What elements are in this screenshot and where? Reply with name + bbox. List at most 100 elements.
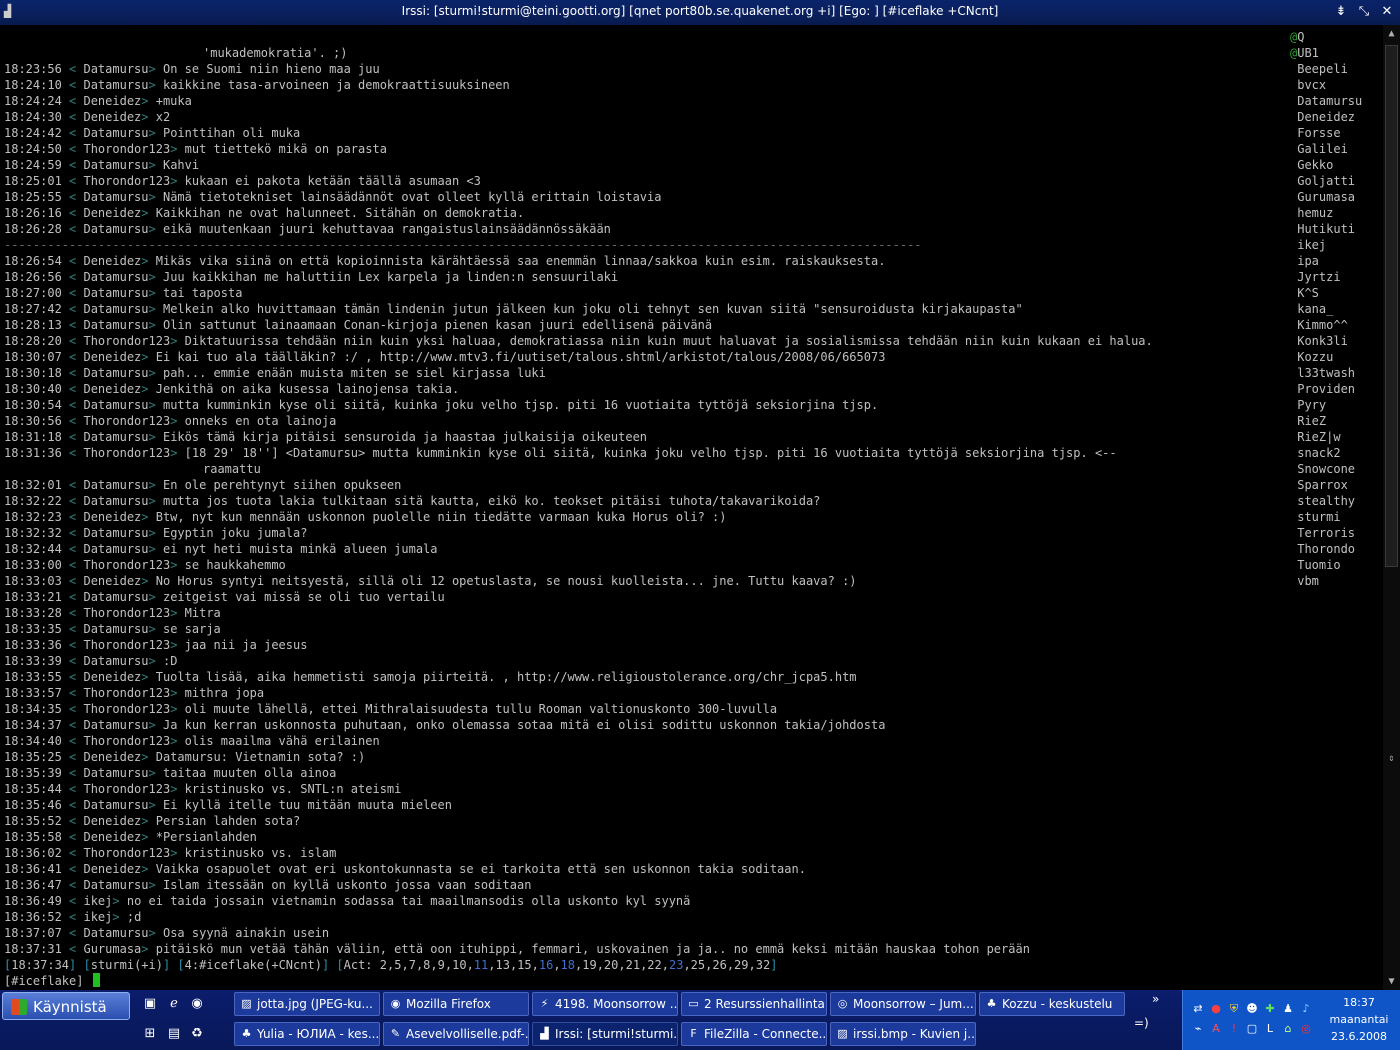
tray-l-icon[interactable]: L: [1263, 1022, 1277, 1036]
input-line[interactable]: [#iceflake]: [4, 973, 100, 989]
nick-bracket-open: <: [61, 702, 84, 716]
nick-list-item[interactable]: Jyrtzi: [1290, 269, 1382, 285]
nick-list-item[interactable]: RieZ: [1290, 413, 1382, 429]
nick-list-item[interactable]: Thorondo: [1290, 541, 1382, 557]
firefox-icon: ◉: [390, 997, 401, 1010]
nick-list-item[interactable]: hemuz: [1290, 205, 1382, 221]
tray-shield-icon[interactable]: ⛨: [1227, 1002, 1241, 1016]
nick-list-item[interactable]: Beepeli: [1290, 61, 1382, 77]
nick-list-item[interactable]: stealthy: [1290, 493, 1382, 509]
tray-lock-icon[interactable]: ⌂: [1281, 1022, 1295, 1036]
nick-list-item[interactable]: Kimmo^^: [1290, 317, 1382, 333]
nick-list-item[interactable]: Konk3li: [1290, 333, 1382, 349]
nick-list-item[interactable]: Snowcone: [1290, 461, 1382, 477]
scrollbar-thumb[interactable]: [1385, 45, 1398, 567]
nick-list-item[interactable]: Pyry: [1290, 397, 1382, 413]
nick-list-item[interactable]: @UB1: [1290, 45, 1382, 61]
cmd-icon[interactable]: ▤: [165, 1025, 183, 1043]
message-nick: Deneidez: [83, 382, 142, 396]
timestamp: 18:35:46: [4, 798, 62, 812]
network-icon[interactable]: ⊞: [141, 1025, 159, 1043]
filezilla-icon: F: [690, 1027, 697, 1040]
resize-grip-icon[interactable]: ⇕: [1383, 753, 1400, 765]
taskbar-button[interactable]: F FileZilla - Connecte...: [681, 1022, 827, 1046]
nick-list-item[interactable]: Sparrox: [1290, 477, 1382, 493]
nick-list-item[interactable]: @Q: [1290, 29, 1382, 45]
taskbar-button[interactable]: ▟ Irssi: [sturmi!sturmi...: [532, 1022, 678, 1046]
nick-list-item[interactable]: Providen: [1290, 381, 1382, 397]
more-tasks-button[interactable]: »: [1152, 992, 1159, 1006]
terminal-scrollbar[interactable]: ▲ ⇕ ▼: [1383, 25, 1400, 990]
nick-list-item[interactable]: Hutikuti: [1290, 221, 1382, 237]
nick-bracket-open: <: [61, 814, 84, 828]
taskbar-button[interactable]: ◉ Mozilla Firefox: [383, 992, 529, 1016]
maximize-icon[interactable]: ⤡: [1355, 3, 1373, 21]
nick-list-item[interactable]: Terroris: [1290, 525, 1382, 541]
nick-bracket-close: >: [148, 366, 163, 380]
nick-list-item[interactable]: Tuomio: [1290, 557, 1382, 573]
message-text: Mikäs vika siinä on että kopioinnista kä…: [155, 254, 886, 268]
tray-connection-icon[interactable]: ⌁: [1191, 1022, 1205, 1036]
nick-list-item[interactable]: snack2: [1290, 445, 1382, 461]
text-cursor: [92, 973, 100, 987]
tray-update-icon[interactable]: ✚: [1263, 1002, 1277, 1016]
chat-line: 18:33:21 < Datamursu> zeitgeist vai miss…: [4, 589, 1289, 605]
nick-list-item[interactable]: Gurumasa: [1290, 189, 1382, 205]
tray-ati-icon[interactable]: A: [1209, 1022, 1223, 1036]
tray-clipboard-icon[interactable]: ▢: [1245, 1022, 1259, 1036]
window-title-bar[interactable]: ▟ Irssi: [sturmi!sturmi@teini.gootti.org…: [0, 0, 1400, 25]
nick-list-item[interactable]: Forsse: [1290, 125, 1382, 141]
tray-network-icon[interactable]: ⇄: [1191, 1002, 1205, 1016]
irssi-terminal[interactable]: 'mukademokratia'. ;) 18:23:56 < Datamursu…: [0, 25, 1383, 990]
tray-alert-icon[interactable]: !: [1227, 1022, 1241, 1036]
taskbar-button-label: 4198. Moonsorrow ...: [555, 997, 678, 1011]
start-button[interactable]: Käynnistä: [2, 992, 130, 1020]
tray-antivirus-icon[interactable]: ●: [1209, 1002, 1223, 1016]
nick-list-item[interactable]: bvcx: [1290, 77, 1382, 93]
firefox-icon[interactable]: ◉: [188, 995, 206, 1013]
nick-list-item[interactable]: K^S: [1290, 285, 1382, 301]
taskbar-button[interactable]: ▨ irssi.bmp - Kuvien j...: [830, 1022, 976, 1046]
clock[interactable]: 18:37 maanantai 23.6.2008: [1320, 994, 1398, 1045]
nick-list-item[interactable]: RieZ|w: [1290, 429, 1382, 445]
taskbar-button[interactable]: ✎ Asevelvolliselle.pdf-...: [383, 1022, 529, 1046]
nick-bracket-open: <: [61, 654, 84, 668]
taskbar-button[interactable]: ♣ Kozzu - keskustelu: [979, 992, 1125, 1016]
message-nick: Deneidez: [83, 510, 142, 524]
minimize-icon[interactable]: ⇟: [1332, 3, 1350, 21]
close-icon[interactable]: ✕: [1378, 3, 1396, 21]
timestamp: 18:33:00: [4, 558, 62, 572]
message-text: Pointtihan oli muka: [162, 126, 301, 140]
nick-list-item[interactable]: ikej: [1290, 237, 1382, 253]
chat-line: 'mukademokratia'. ;): [4, 45, 1289, 61]
scroll-up-icon[interactable]: ▲: [1383, 25, 1400, 42]
nick-list-item[interactable]: ipa: [1290, 253, 1382, 269]
taskbar-button[interactable]: ⚡ 4198. Moonsorrow ...: [532, 992, 678, 1016]
nick-list-item[interactable]: kana_: [1290, 301, 1382, 317]
nick-bracket-close: >: [141, 350, 156, 364]
nick-list-item[interactable]: l33twash: [1290, 365, 1382, 381]
taskbar-button[interactable]: ◎ Moonsorrow – Jum...: [830, 992, 976, 1016]
tray-opera-icon[interactable]: ◎: [1299, 1022, 1313, 1036]
taskbar-button[interactable]: ♣ Yulia - ЮЛИА - kes...: [234, 1022, 380, 1046]
ie-icon[interactable]: ℯ: [165, 995, 183, 1013]
tray-user-icon[interactable]: ♟: [1281, 1002, 1295, 1016]
taskbar-button[interactable]: ▨ jotta.jpg (JPEG-ku...: [234, 992, 380, 1016]
nick-list-item[interactable]: vbm: [1290, 573, 1382, 589]
nick-list-item[interactable]: Deneidez: [1290, 109, 1382, 125]
recycle-icon[interactable]: ♻: [188, 1025, 206, 1043]
scroll-down-icon[interactable]: ▼: [1383, 973, 1400, 990]
tray-speaker-icon[interactable]: ♪: [1299, 1002, 1313, 1016]
nick-list-item[interactable]: Galilei: [1290, 141, 1382, 157]
nick-list-item[interactable]: Datamursu: [1290, 93, 1382, 109]
nick-name: Q: [1297, 30, 1305, 44]
nick-bracket-close: >: [141, 94, 156, 108]
nick-list-item[interactable]: Goljatti: [1290, 173, 1382, 189]
nick-list-item[interactable]: Gekko: [1290, 157, 1382, 173]
message-text: Melkein alko huvittamaan tämän lindenin …: [162, 302, 1023, 316]
tray-msn-icon[interactable]: ☻: [1245, 1002, 1259, 1016]
desktop-icon[interactable]: ▣: [141, 995, 159, 1013]
taskbar-button[interactable]: ▭ 2 Resurssienhallinta: [681, 992, 827, 1016]
nick-list-item[interactable]: Kozzu: [1290, 349, 1382, 365]
nick-list-item[interactable]: sturmi: [1290, 509, 1382, 525]
